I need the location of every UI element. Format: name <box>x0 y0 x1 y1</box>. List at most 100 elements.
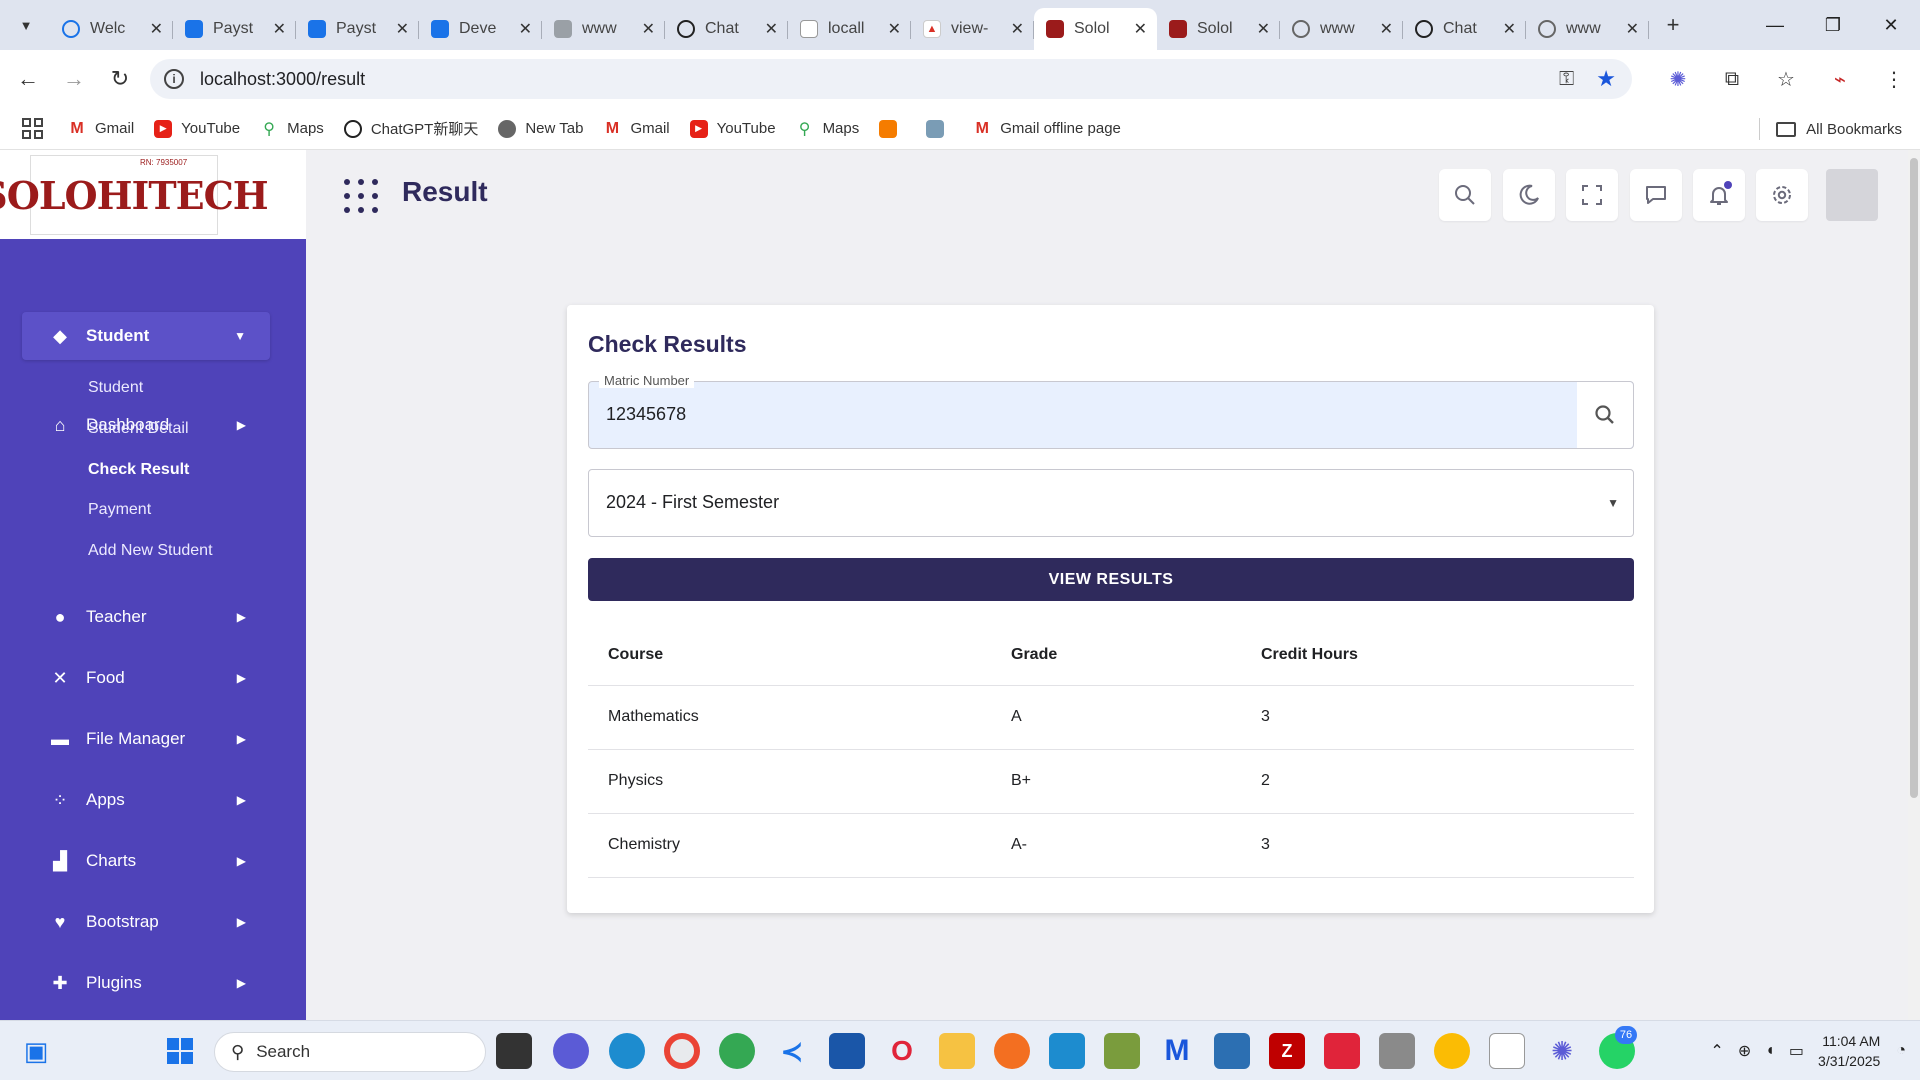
settings-button[interactable] <box>1756 169 1808 221</box>
browser-tab[interactable]: locall ✕ <box>788 8 911 50</box>
clock[interactable]: 11:04 AM 3/31/2025 <box>1818 1031 1880 1071</box>
messages-button[interactable] <box>1630 169 1682 221</box>
theme-toggle-button[interactable] <box>1503 169 1555 221</box>
notifications-button[interactable] <box>1693 169 1745 221</box>
notification-center-icon[interactable]: ◔ <box>1896 1042 1906 1060</box>
close-icon[interactable]: ✕ <box>1626 19 1639 39</box>
sidebar-item-plugins[interactable]: ✚ Plugins ▶ <box>22 959 270 1007</box>
extension-icon[interactable]: ✺ <box>1658 59 1698 99</box>
bookmark-image[interactable] <box>926 119 953 138</box>
drive-icon[interactable] <box>1379 1033 1415 1069</box>
bookmark-gmail[interactable]: M Gmail <box>68 120 134 138</box>
close-icon[interactable]: ✕ <box>1380 19 1393 39</box>
file-explorer-icon[interactable] <box>939 1033 975 1069</box>
submenu-item-student-detail[interactable]: Student Detail <box>88 420 189 438</box>
chrome-icon[interactable] <box>664 1033 700 1069</box>
matric-number-field[interactable]: Matric Number 12345678 <box>588 373 1634 449</box>
browser-tab[interactable]: Solol ✕ <box>1157 8 1280 50</box>
bookmark-chatgpt[interactable]: ChatGPT新聊天 <box>343 118 478 139</box>
sidebar-item-food[interactable]: ✕ Food ▶ <box>22 654 270 702</box>
close-icon[interactable]: ✕ <box>1011 19 1024 39</box>
browser-tab[interactable]: www ✕ <box>1526 8 1649 50</box>
scrollbar-thumb[interactable] <box>1910 158 1918 798</box>
bookmark-gmail-offline[interactable]: M Gmail offline page <box>973 120 1121 138</box>
address-bar[interactable]: i localhost:3000/result ⚿ ★ <box>150 59 1632 99</box>
close-icon[interactable]: ✕ <box>642 19 655 39</box>
task-view-icon[interactable] <box>496 1033 532 1069</box>
browser-tab[interactable]: ▲ view- ✕ <box>911 8 1034 50</box>
puzzle-icon[interactable]: ⧉ <box>1712 59 1752 99</box>
sidebar-item-teacher[interactable]: ● Teacher ▶ <box>22 593 270 641</box>
close-icon[interactable]: ✕ <box>396 19 409 39</box>
sidebar-item-bootstrap[interactable]: ♥ Bootstrap ▶ <box>22 898 270 946</box>
battery-icon[interactable]: ▭ <box>1789 1041 1804 1061</box>
matric-number-input[interactable]: 12345678 <box>606 404 686 425</box>
matric-search-button[interactable] <box>1577 382 1633 448</box>
brand-logo[interactable]: SOLOHITECH <box>0 155 269 235</box>
fullscreen-button[interactable] <box>1566 169 1618 221</box>
forward-button[interactable]: → <box>56 61 92 97</box>
page-scrollbar[interactable] <box>1908 150 1920 1020</box>
tab-search-button[interactable]: ▼ <box>8 7 44 43</box>
browser-tab[interactable]: www ✕ <box>542 8 665 50</box>
browser-tab-active[interactable]: Solol ✕ <box>1034 8 1157 50</box>
close-icon[interactable]: ✕ <box>273 19 286 39</box>
bookmark-youtube[interactable]: ▶ YouTube <box>689 119 776 138</box>
close-icon[interactable]: ✕ <box>765 19 778 39</box>
ai-assistant-icon[interactable]: ✺ <box>1544 1033 1580 1069</box>
opera-icon[interactable]: O <box>884 1033 920 1069</box>
malwarebytes-icon[interactable]: M <box>1159 1033 1195 1069</box>
bookmark-box[interactable] <box>879 119 906 138</box>
close-window-button[interactable]: ✕ <box>1862 0 1920 50</box>
chat-app-icon[interactable] <box>553 1033 589 1069</box>
view-results-button[interactable]: VIEW RESULTS <box>588 558 1634 601</box>
more-menu-icon[interactable]: ⋮ <box>1874 59 1914 99</box>
apps-grid-icon[interactable] <box>22 117 44 140</box>
widgets-icon[interactable]: ▣ <box>18 1033 54 1069</box>
close-icon[interactable]: ✕ <box>1134 19 1147 39</box>
new-tab-button[interactable]: + <box>1657 9 1689 41</box>
close-icon[interactable]: ✕ <box>519 19 532 39</box>
menu-toggle-icon[interactable] <box>344 179 378 213</box>
browser-tab[interactable]: Payst ✕ <box>173 8 296 50</box>
sidebar-item-file-manager[interactable]: ▬ File Manager ▶ <box>22 715 270 763</box>
browser-tab[interactable]: Deve ✕ <box>419 8 542 50</box>
submenu-item-check-result[interactable]: Check Result <box>88 461 189 479</box>
submenu-item-payment[interactable]: Payment <box>88 501 151 519</box>
teams-icon[interactable] <box>1049 1033 1085 1069</box>
back-button[interactable]: ← <box>10 61 46 97</box>
submenu-item-add-new-student[interactable]: Add New Student <box>88 542 213 560</box>
bookmark-youtube[interactable]: ▶ YouTube <box>154 119 240 138</box>
browser-tab[interactable]: Payst ✕ <box>296 8 419 50</box>
bookmark-maps[interactable]: ⚲ Maps <box>796 120 860 138</box>
bookmark-new-tab[interactable]: New Tab <box>498 119 583 138</box>
url-text[interactable]: localhost:3000/result <box>200 69 1559 90</box>
browser-tab[interactable]: Chat ✕ <box>1403 8 1526 50</box>
chevron-up-icon[interactable]: ⌃ <box>1710 1041 1723 1061</box>
browser-tab[interactable]: Welc ✕ <box>50 8 173 50</box>
browser-tab[interactable]: www ✕ <box>1280 8 1403 50</box>
header-search-button[interactable] <box>1439 169 1491 221</box>
taskbar-search[interactable]: ⚲ Search <box>214 1032 486 1072</box>
globe-icon[interactable]: ⊕ <box>1738 1041 1751 1061</box>
restore-button[interactable]: ❐ <box>1804 0 1862 50</box>
sidebar-item-charts[interactable]: ▟ Charts ▶ <box>22 837 270 885</box>
all-bookmarks[interactable]: All Bookmarks <box>1759 108 1902 150</box>
close-icon[interactable]: ✕ <box>1503 19 1516 39</box>
bookmarks-icon[interactable]: ☆ <box>1766 59 1806 99</box>
postman-icon[interactable] <box>994 1033 1030 1069</box>
bookmark-gmail[interactable]: M Gmail <box>603 120 670 138</box>
user-avatar[interactable] <box>1826 169 1878 221</box>
notepad-icon[interactable] <box>1489 1033 1525 1069</box>
chrome-profile-icon[interactable] <box>719 1033 755 1069</box>
start-button[interactable] <box>162 1033 198 1069</box>
network-tool-icon[interactable] <box>1104 1033 1140 1069</box>
password-key-icon[interactable]: ⚿ <box>1559 68 1574 91</box>
close-icon[interactable]: ✕ <box>1257 19 1270 39</box>
remote-desktop-icon[interactable] <box>1214 1033 1250 1069</box>
anydesk-icon[interactable] <box>1324 1033 1360 1069</box>
edge-icon[interactable] <box>609 1033 645 1069</box>
close-icon[interactable]: ✕ <box>888 19 901 39</box>
chrome-alt-icon[interactable] <box>1434 1033 1470 1069</box>
reload-button[interactable]: ↻ <box>102 61 138 97</box>
